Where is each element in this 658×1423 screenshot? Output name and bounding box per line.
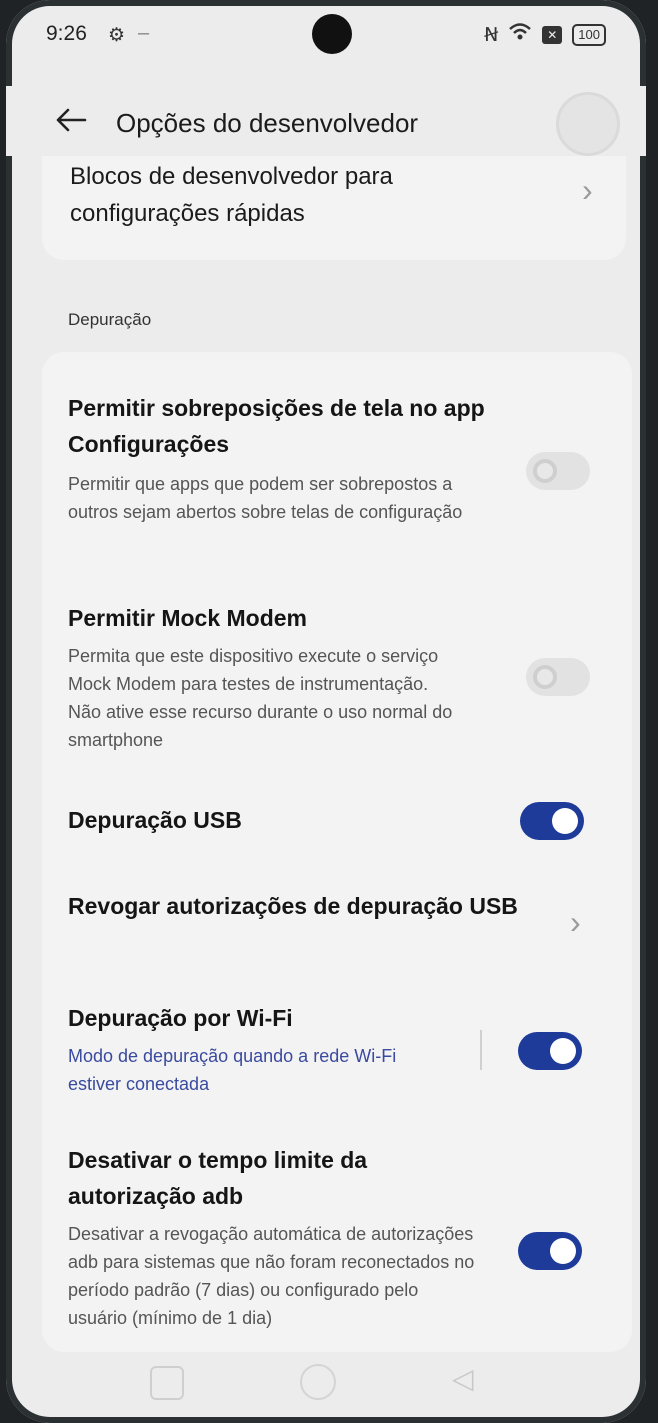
chevron-right-icon: ›	[582, 172, 593, 208]
front-camera	[312, 14, 352, 54]
back-button[interactable]	[48, 98, 94, 144]
dash-icon: –	[138, 22, 150, 44]
setting-title: Depuração USB	[68, 807, 242, 833]
quick-settings-tiles-label: Blocos de desenvolvedor para configuraçõ…	[70, 163, 393, 227]
settings-notification-icon: ⚙	[108, 25, 126, 46]
nfc-icon: Ꞥ	[484, 24, 499, 46]
setting-title: Permitir Mock Modem	[68, 605, 307, 631]
arrow-left-icon	[55, 103, 87, 140]
page-title: Opções do desenvolvedor	[116, 108, 419, 138]
setting-title: Desativar o tempo limite da autorização …	[68, 1147, 368, 1209]
setting-description: Modo de depuração quando a rede Wi-Fi es…	[68, 1046, 397, 1094]
navigation-bar: ◁	[6, 1352, 646, 1423]
status-bar: 9:26 ⚙ – Ꞥ ✕ 100	[6, 0, 646, 70]
chevron-right-icon: ›	[570, 904, 581, 940]
setting-description: Desativar a revogação automática de auto…	[68, 1224, 475, 1328]
battery-indicator: 100	[572, 24, 606, 46]
phone-screen: 9:26 ⚙ – Ꞥ ✕ 100 Blocos de desenvolvedor…	[6, 0, 646, 1423]
setting-title: Revogar autorizações de depuração USB	[68, 893, 518, 919]
account-avatar[interactable]	[556, 92, 620, 156]
adb-timeout-toggle[interactable]	[518, 1232, 582, 1270]
debugging-card: Permitir sobreposições de tela no app Co…	[42, 352, 632, 1352]
usb-debugging-toggle[interactable]	[520, 802, 584, 840]
status-time: 9:26	[46, 22, 87, 45]
wifi-debugging-toggle[interactable]	[518, 1032, 582, 1070]
setting-description: Permitir que apps que podem ser sobrepos…	[68, 474, 463, 522]
setting-description: Permita que este dispositivo execute o s…	[68, 646, 453, 750]
app-header: Opções do desenvolvedor	[6, 86, 646, 156]
section-label-debugging: Depuração	[68, 310, 152, 329]
sim-icon: ✕	[542, 26, 563, 44]
triangle-back-icon: ◁	[452, 1363, 474, 1394]
divider	[480, 1030, 482, 1070]
recents-button[interactable]	[150, 1366, 184, 1400]
home-button[interactable]	[300, 1364, 336, 1400]
nav-back-button[interactable]: ◁	[452, 1362, 492, 1402]
setting-title: Permitir sobreposições de tela no app Co…	[68, 395, 485, 457]
status-icons: Ꞥ ✕ 100	[484, 22, 606, 48]
mock-modem-toggle[interactable]	[526, 658, 590, 696]
setting-title: Depuração por Wi-Fi	[68, 1005, 293, 1031]
wifi-icon	[508, 22, 532, 48]
screen-overlays-toggle[interactable]	[526, 452, 590, 490]
